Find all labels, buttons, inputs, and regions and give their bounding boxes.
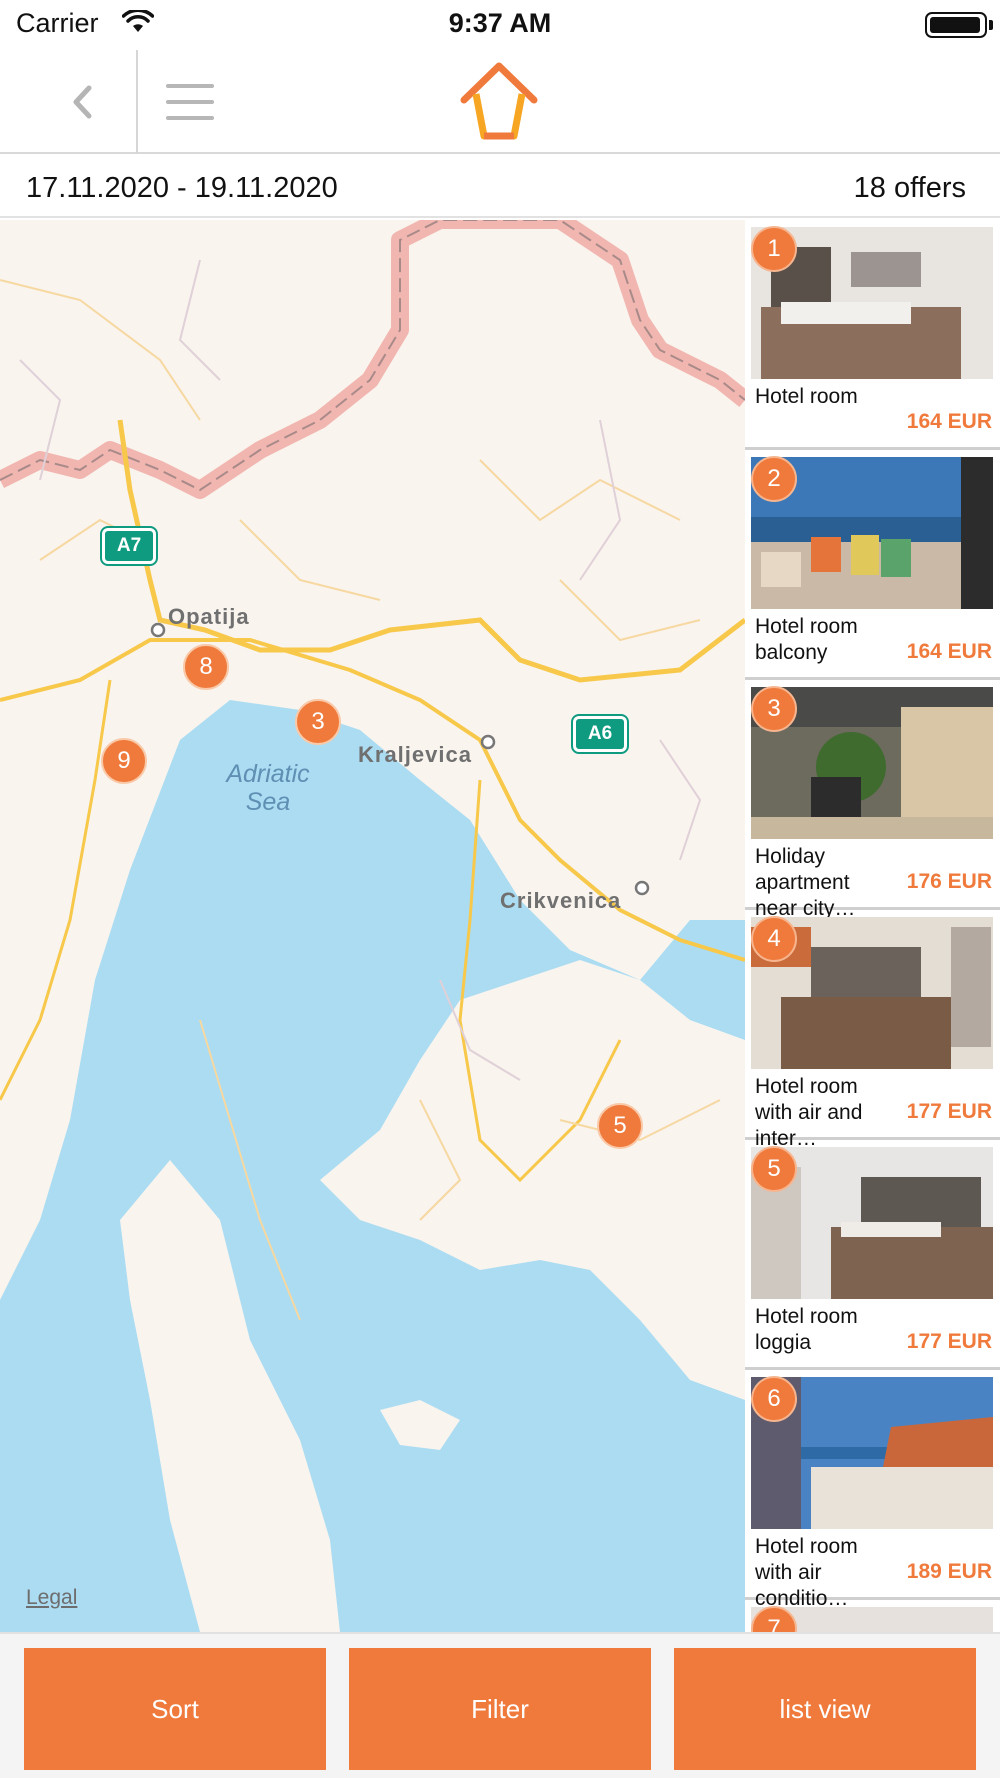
- offer-price: 177 EUR: [906, 1330, 992, 1353]
- city-dots: [150, 622, 650, 896]
- offer-card[interactable]: 7: [745, 1600, 1000, 1632]
- map-pin[interactable]: 9: [101, 738, 147, 784]
- offer-card[interactable]: 5 Hotel room loggia 177 EUR: [745, 1140, 1000, 1370]
- back-button[interactable]: [56, 76, 108, 128]
- offer-number-badge: 6: [751, 1376, 797, 1422]
- search-summary-bar: 17.11.2020 - 19.11.2020 18 offers: [0, 156, 1000, 218]
- navigation-bar: [0, 50, 1000, 154]
- filter-button[interactable]: Filter: [349, 1648, 651, 1770]
- offers-count: 18 offers: [853, 172, 966, 204]
- battery-icon: [925, 12, 987, 38]
- offer-title: Hotel room balcony: [755, 615, 858, 664]
- hamburger-menu-icon: [166, 84, 214, 88]
- offer-list[interactable]: 1 Hotel room 164 EUR 2 Hotel room balcon…: [745, 220, 1000, 1632]
- offer-title: Hotel room loggia: [755, 1305, 858, 1354]
- offer-card[interactable]: 1 Hotel room 164 EUR: [745, 220, 1000, 450]
- date-range: 17.11.2020 - 19.11.2020: [26, 172, 338, 204]
- offer-number-badge: 4: [751, 916, 797, 962]
- battery-nub: [989, 20, 993, 30]
- map-pin[interactable]: 3: [295, 699, 341, 745]
- list-view-button[interactable]: list view: [674, 1648, 976, 1770]
- offer-number-badge: 2: [751, 456, 797, 502]
- map-pin[interactable]: 8: [183, 644, 229, 690]
- sort-button[interactable]: Sort: [24, 1648, 326, 1770]
- offer-price: 177 EUR: [906, 1100, 992, 1123]
- offer-card[interactable]: 2 Hotel room balcony 164 EUR: [745, 450, 1000, 680]
- bottom-toolbar: Sort Filter list view: [0, 1632, 1000, 1778]
- map-view[interactable]: A7 A6 Opatija Kraljevica Crikvenica Adri…: [0, 220, 745, 1632]
- offer-number-badge: 1: [751, 226, 797, 272]
- chevron-left-icon: [73, 85, 92, 119]
- nav-divider: [136, 50, 138, 154]
- offer-title: Hotel room: [755, 385, 858, 408]
- hamburger-line: [166, 100, 214, 104]
- clock: 9:37 AM: [448, 8, 552, 38]
- offer-number-badge: 5: [751, 1146, 797, 1192]
- offer-card[interactable]: 4 Hotel room with air and inter… 177 EUR: [745, 910, 1000, 1150]
- status-bar: Carrier 9:37 AM: [0, 0, 1000, 50]
- offer-card[interactable]: 3 Holiday apartment near city… 176 EUR: [745, 680, 1000, 920]
- offer-price: 164 EUR: [906, 640, 992, 663]
- offer-card[interactable]: 6 Hotel room with air conditio… 189 EUR: [745, 1370, 1000, 1610]
- offer-price: 164 EUR: [906, 410, 992, 433]
- house-logo-icon[interactable]: [456, 60, 542, 146]
- legal-link[interactable]: Legal: [26, 1586, 77, 1610]
- offer-price: 176 EUR: [906, 870, 992, 893]
- offer-price: 189 EUR: [906, 1560, 992, 1583]
- map-pin[interactable]: 5: [597, 1103, 643, 1149]
- menu-button[interactable]: [164, 80, 216, 124]
- hamburger-line: [166, 116, 214, 120]
- offer-number-badge: 3: [751, 686, 797, 732]
